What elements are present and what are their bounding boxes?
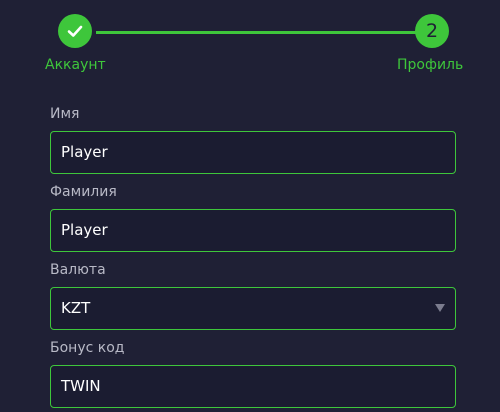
step-2-active-circle[interactable]: 2 <box>415 14 449 48</box>
currency-select[interactable]: KZT <box>50 287 456 330</box>
last-name-field[interactable]: Player <box>50 209 456 252</box>
last-name-label: Фамилия <box>50 184 117 200</box>
registration-profile-step: Аккаунт 2 Профиль Имя Player Фамилия Pla… <box>0 0 500 412</box>
first-name-label: Имя <box>50 106 80 122</box>
progress-stepper: Аккаунт 2 Профиль <box>0 0 500 80</box>
step-1-completed-circle[interactable] <box>58 14 92 48</box>
step-1-label: Аккаунт <box>45 57 106 73</box>
stepper-progress-line <box>96 31 416 34</box>
bonus-code-value: TWIN <box>61 377 101 395</box>
last-name-value: Player <box>61 221 108 239</box>
step-2-number: 2 <box>425 19 439 42</box>
bonus-code-field[interactable]: TWIN <box>50 365 456 408</box>
bonus-code-label: Бонус код <box>50 340 125 356</box>
first-name-value: Player <box>61 143 108 161</box>
check-icon <box>67 25 83 37</box>
chevron-down-icon <box>435 304 445 312</box>
currency-label: Валюта <box>50 262 106 278</box>
currency-value: KZT <box>61 299 91 317</box>
profile-form: Имя Player Фамилия Player Валюта KZT Бон… <box>50 104 456 412</box>
first-name-field[interactable]: Player <box>50 131 456 174</box>
step-2-label: Профиль <box>397 57 464 73</box>
